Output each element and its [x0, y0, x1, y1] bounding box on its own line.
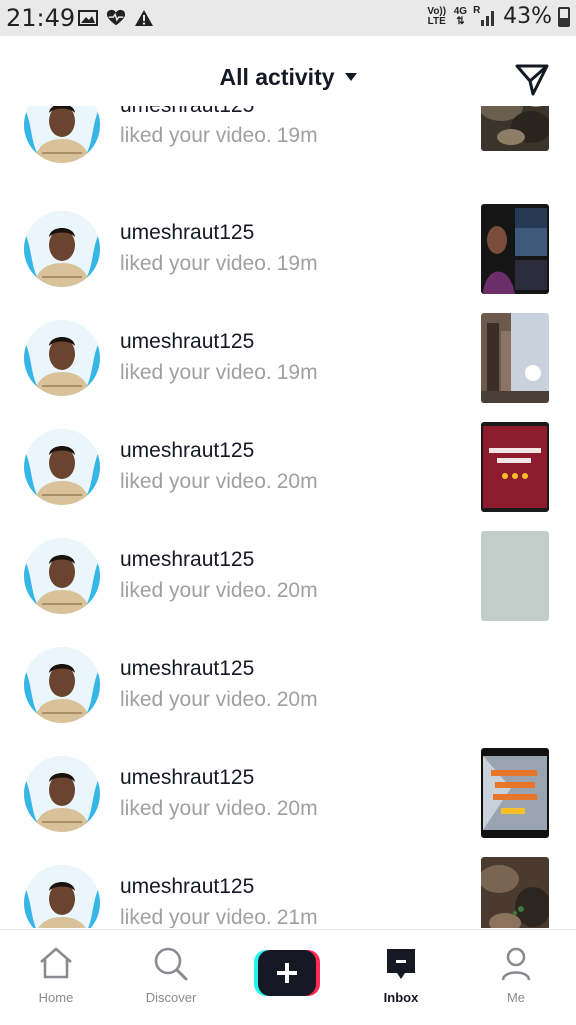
caret-down-icon	[344, 72, 357, 81]
plus-icon	[254, 950, 320, 996]
avatar[interactable]	[24, 429, 100, 505]
username[interactable]: umeshraut125	[120, 106, 254, 118]
username[interactable]: umeshraut125	[120, 221, 254, 245]
status-bar: 21:49 Vo)) LTE 4G ⇅ R 43%	[0, 0, 576, 36]
status-time: 21:49	[6, 4, 76, 32]
search-icon	[153, 946, 189, 987]
list-item[interactable]: umeshraut125 liked your video. 21m	[0, 835, 576, 928]
heart-pulse-icon	[106, 8, 126, 28]
avatar[interactable]	[24, 756, 100, 832]
paper-plane-icon[interactable]	[514, 61, 550, 97]
notification-text: liked your video. 19m	[120, 252, 318, 275]
username[interactable]: umeshraut125	[120, 657, 254, 681]
list-item[interactable]: umeshraut125 liked your video.19m	[0, 181, 576, 294]
timestamp: 19m	[276, 252, 318, 275]
timestamp: 19m	[276, 124, 318, 147]
list-item[interactable]: umeshraut125 liked your video.19m	[0, 290, 576, 403]
person-icon	[500, 946, 532, 987]
video-thumbnail[interactable]	[481, 204, 549, 294]
timestamp: 20m	[276, 579, 318, 602]
tab-me[interactable]: Me	[466, 930, 566, 1025]
avatar[interactable]	[24, 538, 100, 614]
avatar[interactable]	[24, 865, 100, 928]
tab-label: Home	[38, 990, 74, 1005]
avatar[interactable]	[24, 320, 100, 396]
username[interactable]: umeshraut125	[120, 330, 254, 354]
notification-text: liked your video. 19m	[120, 124, 318, 147]
video-thumbnail[interactable]	[481, 857, 549, 928]
list-item[interactable]: umeshraut125 liked your video. 20m	[0, 617, 576, 726]
notification-text: liked your video. 20m	[120, 688, 318, 711]
notification-text: liked your video. 19m	[120, 361, 318, 384]
username[interactable]: umeshraut125	[120, 548, 254, 572]
tab-inbox[interactable]: Inbox	[351, 930, 451, 1025]
timestamp: 21m	[276, 906, 318, 928]
battery-icon	[558, 6, 570, 27]
volte-indicator: Vo)) LTE	[427, 5, 447, 27]
battery-percent: 43%	[503, 4, 552, 29]
notification-text: liked your video. 20m	[120, 470, 318, 493]
bottom-tab-bar: Home Discover Inbox Me	[0, 929, 576, 1025]
list-item[interactable]: umeshraut125 liked your video. 20m	[0, 508, 576, 621]
list-item[interactable]: umeshraut125 liked your video. 20m	[0, 726, 576, 838]
video-thumbnail[interactable]	[481, 422, 549, 512]
list-item[interactable]: umeshraut125 liked your video.19m	[0, 106, 576, 181]
timestamp: 20m	[276, 688, 318, 711]
notification-text: liked your video. 21m	[120, 906, 318, 928]
activity-filter-dropdown[interactable]: All activity	[0, 64, 576, 91]
activity-list[interactable]: umeshraut125 liked your video.19m umeshr…	[0, 106, 576, 928]
avatar[interactable]	[24, 211, 100, 287]
home-icon	[38, 946, 74, 985]
gallery-icon	[78, 8, 98, 28]
username[interactable]: umeshraut125	[120, 439, 254, 463]
list-item[interactable]: umeshraut125 liked your video. 20m	[0, 399, 576, 512]
avatar[interactable]	[24, 106, 100, 163]
tab-discover[interactable]: Discover	[121, 930, 221, 1025]
warning-icon	[134, 8, 154, 28]
tab-label: Me	[506, 990, 526, 1005]
tab-label: Discover	[145, 990, 197, 1005]
username[interactable]: umeshraut125	[120, 875, 254, 899]
inbox-icon	[384, 946, 418, 987]
signal-icon: R	[473, 5, 497, 27]
video-thumbnail[interactable]	[481, 531, 549, 621]
video-thumbnail[interactable]	[481, 748, 549, 838]
timestamp: 20m	[276, 470, 318, 493]
tab-home[interactable]: Home	[6, 930, 106, 1025]
tab-label: Inbox	[383, 990, 419, 1005]
network-type: 4G ⇅	[453, 5, 468, 27]
video-thumbnail[interactable]	[481, 106, 549, 151]
username[interactable]: umeshraut125	[120, 766, 254, 790]
video-thumbnail[interactable]	[481, 313, 549, 403]
timestamp: 19m	[276, 361, 318, 384]
create-button[interactable]	[254, 950, 320, 996]
avatar[interactable]	[24, 647, 100, 723]
notification-text: liked your video. 20m	[120, 797, 318, 820]
notification-text: liked your video. 20m	[120, 579, 318, 602]
timestamp: 20m	[276, 797, 318, 820]
page-title: All activity	[219, 64, 335, 90]
